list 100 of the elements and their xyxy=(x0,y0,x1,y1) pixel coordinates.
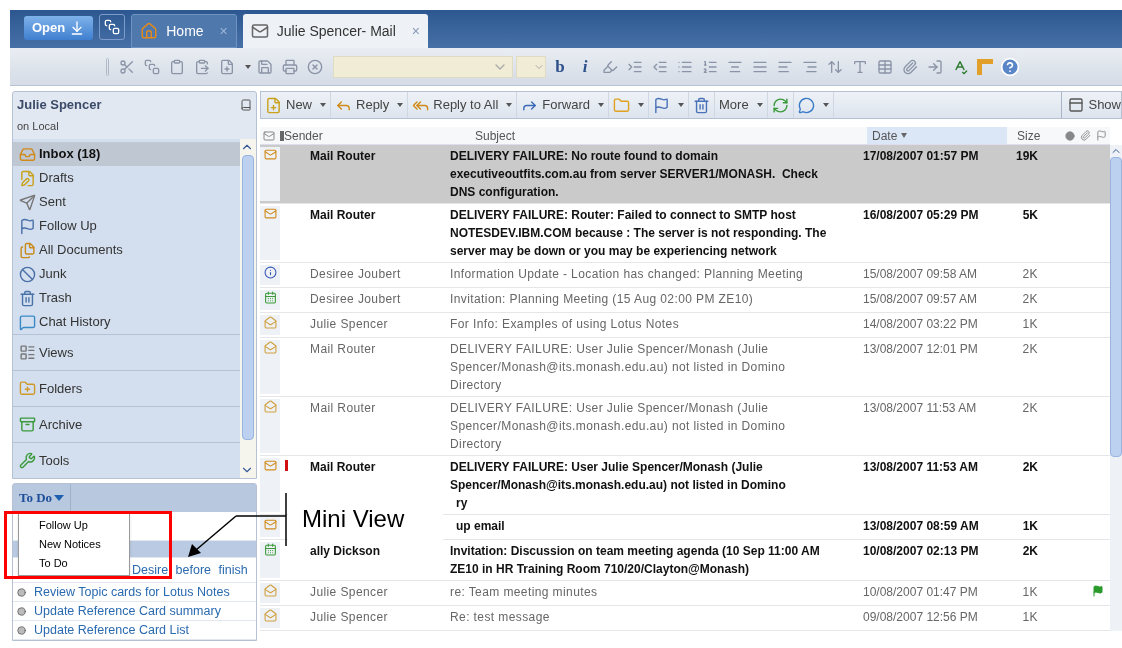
pencil-note-icon xyxy=(19,169,36,187)
sender-cell: ally Dickson xyxy=(310,544,381,558)
calendar-icon xyxy=(263,291,277,304)
size-cell-text: 2K xyxy=(1021,341,1038,358)
caret-icon xyxy=(506,103,513,107)
date-cell-text: 15/08/2007 09:58 AM xyxy=(862,266,979,283)
printer-icon xyxy=(282,58,298,75)
folder-item[interactable]: Chat History xyxy=(13,310,240,334)
sender-cell: Julie Spencer xyxy=(310,317,388,331)
house-icon xyxy=(140,22,159,40)
sender-cell: Julie Spencer xyxy=(310,610,388,624)
tab[interactable]: Home × xyxy=(131,14,237,48)
caret-icon xyxy=(638,103,644,107)
message-row[interactable]: Mail Router DELIVERY FAILURE: User Julie Spencer/Monash (Julie Spencer/Monash@its.monash.edu.au) not listed in Domino Directory 13/08/2007 11:53 AM 2K xyxy=(260,397,1110,456)
message-row[interactable]: Desiree Joubert Invitation: Planning Meeting (15 Aug 02:00 PM ZE10) 15/08/2007 09:57 AM 2K xyxy=(260,288,1110,313)
menu-item[interactable]: Follow Up xyxy=(19,516,129,535)
message-row[interactable]: Julie Spencer re: Team meeting minutes 10/08/2007 01:47 PM 1K xyxy=(260,581,1110,606)
reply-action-button[interactable]: Reply xyxy=(331,92,409,118)
new-action-button[interactable]: New xyxy=(261,92,331,118)
spell-check-icon xyxy=(952,58,968,75)
tab[interactable]: Julie Spencer- Mail × xyxy=(242,14,429,48)
subject-cell-text: DELIVERY FAILURE: User Julie Spencer/Monash (Julie Spencer/Monash@its.monash.edu.au) not listed in Domino Directory xyxy=(450,400,787,453)
folder-item[interactable]: Sent xyxy=(13,190,240,214)
envelope-icon xyxy=(263,207,277,220)
date-cell-text: 14/08/2007 03:22 PM xyxy=(862,316,979,333)
date-cell-text: 13/08/2007 11:53 AM xyxy=(862,459,979,476)
size-cell-text: 2K xyxy=(1021,291,1038,308)
stop-icon xyxy=(307,58,323,75)
dot-icon xyxy=(1065,130,1075,141)
date-cell-text: 15/08/2007 09:57 AM xyxy=(862,291,979,308)
column-heading[interactable]: Date xyxy=(867,127,1007,144)
table-icon xyxy=(877,58,893,75)
show-button[interactable]: Show xyxy=(1061,92,1121,118)
windows-button[interactable] xyxy=(99,14,126,40)
date-cell-text: 10/08/2007 02:13 PM xyxy=(862,543,980,560)
section-item[interactable]: Views xyxy=(13,334,240,370)
folder-item[interactable]: Inbox (18) xyxy=(13,142,240,166)
folder-icon xyxy=(19,380,36,397)
menu-item[interactable]: New Notices xyxy=(19,535,129,554)
date-cell-text: 13/08/2007 12:01 PM xyxy=(862,341,979,358)
info-icon xyxy=(263,266,277,279)
message-row[interactable]: Julie Spencer For Info: Examples of using Lotus Notes 14/08/2007 03:22 PM 1K xyxy=(260,313,1110,338)
help-button[interactable] xyxy=(999,55,1021,78)
folder-item[interactable]: Follow Up xyxy=(13,214,240,238)
folder-item[interactable]: All Documents xyxy=(13,238,240,262)
message-row[interactable]: Julie Spencer Re: test message 09/08/2007 12:56 PM 1K xyxy=(260,606,1110,631)
sender-cell: Mail Router xyxy=(310,460,376,474)
column-heading[interactable]: Subject xyxy=(459,127,867,144)
flag-icon xyxy=(1096,130,1107,141)
chat-bubble-icon xyxy=(797,96,815,114)
subject-cell-text: For Info: Examples of using Lotus Notes xyxy=(450,316,681,333)
forward-action-button[interactable]: Forward xyxy=(517,92,609,118)
tab-label: Julie Spencer- Mail xyxy=(276,21,396,41)
italic-button[interactable]: i xyxy=(574,53,596,80)
message-row[interactable]: Mail Router DELIVERY FAILURE: No route found to domain executiveoutfits.com.au from server SERVER1/MONASH. Check DNS configuration. 17/08/2007 01:57 PM 19K xyxy=(260,145,1110,204)
inbox-icon xyxy=(19,145,36,163)
open-envelope-icon xyxy=(263,341,277,354)
sent-icon xyxy=(19,193,36,211)
views-icon xyxy=(19,344,36,361)
column-heading[interactable]: Sender xyxy=(284,127,459,144)
date-cell-text: 16/08/2007 05:29 PM xyxy=(862,207,980,224)
subject-cell-text: DELIVERY FAILURE: User Julie Spencer/Monash (Julie Spencer/Monash@its.monash.edu.au) not listed in Domino Directory xyxy=(450,341,787,394)
subject-cell-text: ry xyxy=(455,495,469,512)
highlighter-icon xyxy=(602,58,618,75)
open-envelope-icon xyxy=(263,609,277,622)
calendar-icon xyxy=(263,543,277,556)
new-document-icon xyxy=(219,58,235,75)
replyall-action-button[interactable]: Reply to All xyxy=(408,92,518,118)
scrollbar[interactable] xyxy=(1110,145,1122,631)
folder-item[interactable]: Trash xyxy=(13,286,240,310)
size-cell-text: 2K xyxy=(1021,543,1038,560)
todo-item[interactable]: Update Reference Card summary xyxy=(13,602,256,621)
message-row[interactable]: ally Dickson Invitation: Discussion on team meeting agenda (10 Sep 11:00 AM ZE10 in HR Training Room 710/20/Clayton@Monash) 10/08/2007 02:13 PM 2K xyxy=(260,540,1110,581)
message-row[interactable] xyxy=(260,204,1110,263)
line-spacing-icon xyxy=(827,58,843,75)
notebook-icon xyxy=(240,99,252,111)
section-item[interactable]: Archive xyxy=(13,406,240,442)
column-heading[interactable]: Size xyxy=(1007,127,1057,144)
caret-icon xyxy=(756,103,763,107)
clipboard-icon xyxy=(169,58,185,75)
message-row[interactable]: Desiree Joubert Information Update - Location has changed: Planning Meeting 15/08/2007 09:58 AM 2K xyxy=(260,263,1110,288)
folder-icon xyxy=(613,96,630,114)
scrollbar[interactable] xyxy=(240,139,256,478)
todo-item[interactable]: Review Topic cards for Lotus Notes xyxy=(13,583,256,602)
folder-item[interactable]: Drafts xyxy=(13,166,240,190)
bold-button[interactable]: b xyxy=(549,53,571,80)
sender-cell: Mail Router xyxy=(310,208,376,222)
todo-item[interactable]: Update Reference Card List xyxy=(13,621,256,640)
panel-icon xyxy=(1068,97,1085,113)
corner-icon xyxy=(977,58,993,75)
subject-cell-text: Invitation: Discussion on team meeting agenda (10 Sep 11:00 AM ZE10 in HR Training Room 710/20/Clayton@Monash) xyxy=(450,543,821,578)
copy-icon xyxy=(144,58,160,75)
folder-item[interactable]: Junk xyxy=(13,262,240,286)
message-row[interactable]: Mail Router DELIVERY FAILURE: User Julie Spencer/Monash (Julie Spencer/Monash@its.monash.edu.au) not listed in Domino Directory 13/08/2007 12:01 PM 2K xyxy=(260,338,1110,397)
more-action-button[interactable]: More xyxy=(715,92,768,118)
sender-cell: Mail Router xyxy=(310,149,376,163)
subject-cell-text: DELIVERY FAILURE: No route found to domain executiveoutfits.com.au from server SERVER1/MONASH. Check DNS configuration. xyxy=(450,148,819,201)
caret-icon xyxy=(822,103,829,107)
subject-cell-text: up email xyxy=(455,518,506,535)
documents-icon xyxy=(19,241,36,259)
